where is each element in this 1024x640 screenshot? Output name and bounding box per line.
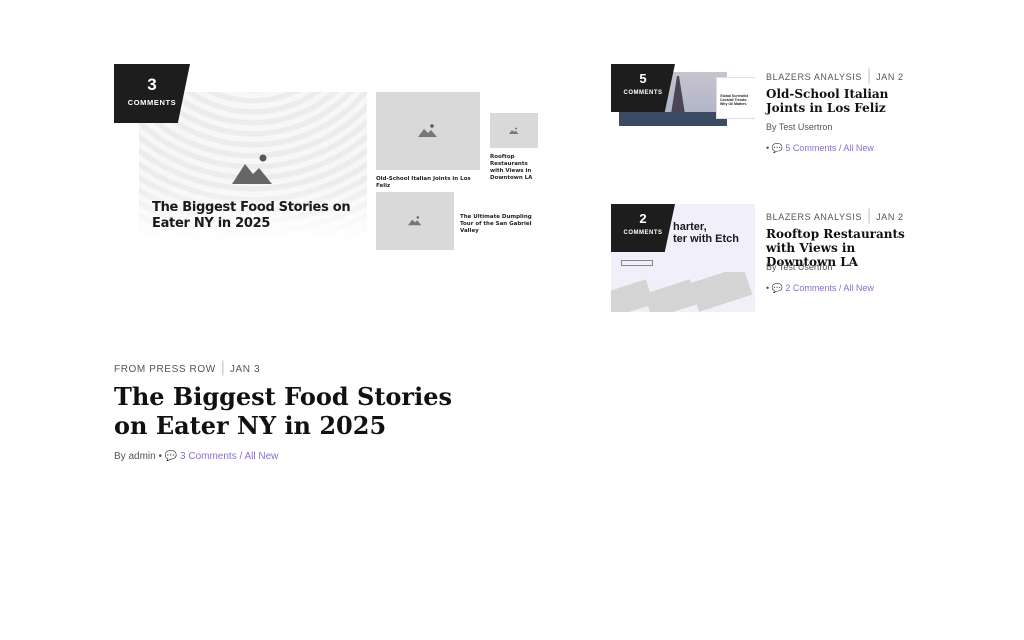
side-post-comments: • 💬 2 Comments / All New: [766, 283, 874, 293]
comments-link[interactable]: 2 Comments / All New: [785, 283, 874, 293]
thumb-heading: harter, ter with Etch: [673, 221, 740, 245]
comment-icon: 💬: [771, 283, 783, 293]
comment-icon: 💬: [164, 451, 178, 462]
thumb-caption: Rooftop Restaurants with Views in Downto…: [490, 154, 533, 181]
thumb-tile: [490, 113, 538, 148]
comment-count: 5: [639, 71, 647, 86]
featured-title[interactable]: The Biggest Food Stories on Eater NY in …: [114, 382, 454, 440]
category-link[interactable]: FROM PRESS ROW: [114, 364, 216, 375]
thumb-tile: [376, 192, 454, 250]
thumb-mini-text: Global Surrealist Cocktail Trends: Why O…: [720, 94, 749, 106]
featured-thumbnail[interactable]: The Biggest Food Stories on Eater NY in …: [114, 64, 566, 346]
post-date: JAN 2: [876, 72, 904, 82]
comment-count: 2: [639, 211, 647, 226]
category-link[interactable]: BLAZERS ANALYSIS: [766, 212, 862, 222]
comment-label: COMMENTS: [623, 90, 663, 96]
side-post-author: By Test Usertron: [766, 262, 833, 272]
image-placeholder-icon: [509, 127, 519, 134]
author-link[interactable]: Test Usertron: [779, 262, 833, 272]
side-post-title[interactable]: Old-School Italian Joints in Los Feliz: [766, 87, 916, 115]
comment-count: 3: [147, 75, 157, 94]
category-link[interactable]: BLAZERS ANALYSIS: [766, 72, 862, 82]
comment-count-badge[interactable]: 5 COMMENTS: [611, 64, 675, 112]
image-placeholder-icon: [232, 154, 272, 184]
map-tiles: [611, 272, 755, 312]
author-link[interactable]: admin: [128, 451, 155, 462]
side-post-comments: • 💬 5 Comments / All New: [766, 143, 874, 153]
post-date: JAN 2: [876, 212, 904, 222]
side-post-thumbnail[interactable]: harter, ter with Etch 2 COMMENTS: [611, 204, 755, 312]
image-placeholder-icon: [408, 216, 422, 226]
post-date: JAN 3: [229, 364, 261, 375]
side-post-author: By Test Usertron: [766, 122, 833, 132]
comments-link[interactable]: 3 Comments / All New: [180, 451, 278, 462]
comments-link[interactable]: 5 Comments / All New: [785, 143, 874, 153]
featured-meta: FROM PRESS ROW | JAN 3: [114, 359, 261, 376]
side-post-meta: BLAZERS ANALYSIS | JAN 2: [766, 207, 904, 224]
thumb-caption: Old-School Italian Joints in Los Feliz: [376, 176, 471, 189]
side-post-thumbnail[interactable]: Global Surrealist Cocktail Trends: Why O…: [611, 64, 755, 172]
comment-count-badge[interactable]: 2 COMMENTS: [611, 204, 675, 252]
comment-label: COMMENTS: [623, 230, 663, 236]
comment-count-badge[interactable]: 3 COMMENTS: [114, 64, 190, 123]
featured-byline: By admin • 💬 3 Comments / All New: [114, 451, 279, 462]
comment-icon: 💬: [771, 143, 783, 153]
author-link[interactable]: Test Usertron: [779, 122, 833, 132]
side-post-meta: BLAZERS ANALYSIS | JAN 2: [766, 67, 904, 84]
thumb-tile: [376, 92, 480, 170]
thumb-main-title: The Biggest Food Stories on Eater NY in …: [152, 200, 351, 231]
thumb-caption: The Ultimate Dumpling Tour of the San Ga…: [460, 214, 532, 234]
comment-label: COMMENTS: [127, 98, 177, 107]
image-placeholder-icon: [418, 124, 437, 137]
